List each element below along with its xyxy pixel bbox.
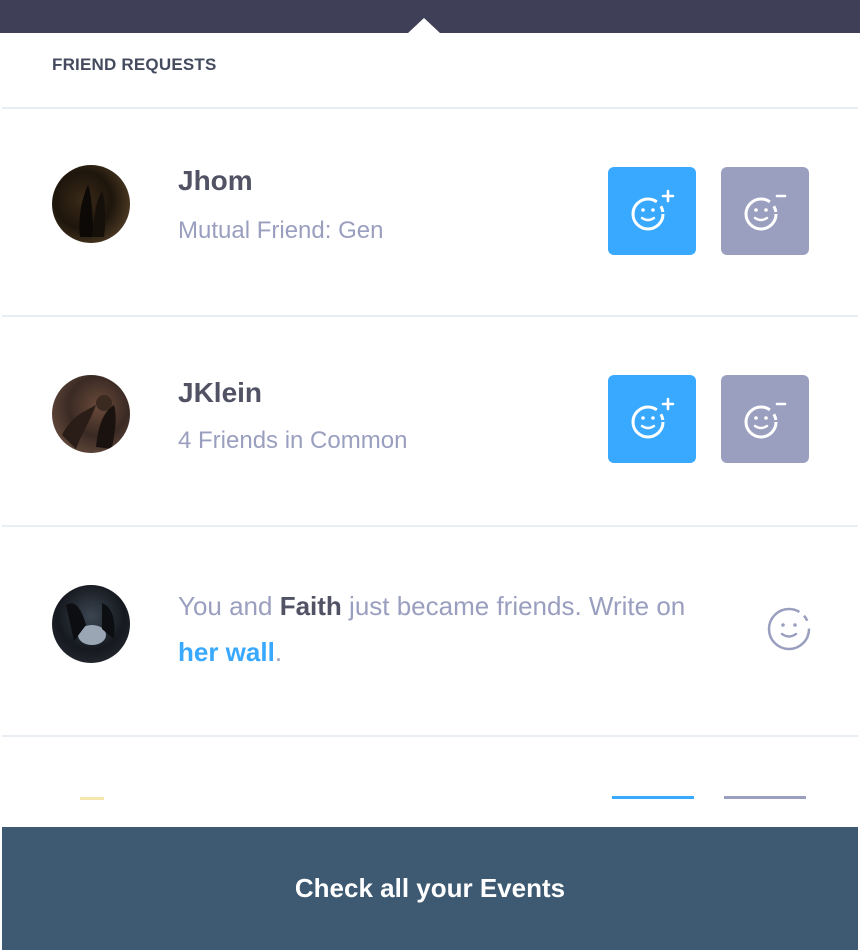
notification-suffix: . — [274, 637, 283, 667]
avatar[interactable] — [52, 375, 130, 453]
avatar[interactable] — [52, 165, 130, 243]
notification-row: You and Faith just became friends. Write… — [2, 527, 858, 735]
mutual-friends: 4 Friends in Common — [178, 427, 408, 454]
decline-request-button[interactable] — [721, 167, 809, 255]
smiley-icon[interactable] — [765, 605, 813, 658]
avatar[interactable] — [52, 585, 130, 663]
remove-friend-icon — [744, 402, 787, 439]
accept-request-button[interactable] — [608, 167, 696, 255]
add-friend-icon — [631, 189, 675, 231]
partial-avatar — [80, 797, 104, 800]
friend-name-link[interactable]: Faith — [280, 591, 342, 621]
notification-middle: just became friends. Write on — [341, 591, 686, 621]
friend-request-row: Jhom Mutual Friend: Gen — [2, 109, 858, 315]
footer-label: Check all your Events — [294, 873, 566, 903]
her-wall-link[interactable]: her wall — [178, 637, 275, 667]
friend-requests-panel: FRIEND REQUESTS Jhom Mutual Friend: Gen — [2, 33, 858, 827]
dropdown-caret — [408, 18, 440, 33]
add-friend-icon — [631, 397, 675, 439]
remove-friend-icon — [744, 194, 787, 231]
divider — [2, 735, 858, 737]
notification-prefix: You and — [178, 591, 280, 621]
friend-request-row: JKlein 4 Friends in Common — [2, 317, 858, 525]
requester-name[interactable]: JKlein — [178, 377, 262, 409]
check-events-button[interactable]: Check all your Events — [2, 827, 858, 950]
accept-request-button[interactable] — [608, 375, 696, 463]
notification-text: You and Faith just became friends. Write… — [178, 583, 768, 675]
partial-decline-button[interactable] — [724, 796, 806, 799]
mutual-friends: Mutual Friend: Gen — [178, 217, 384, 244]
decline-request-button[interactable] — [721, 375, 809, 463]
partial-accept-button[interactable] — [612, 796, 694, 799]
requester-name[interactable]: Jhom — [178, 165, 253, 197]
panel-title: FRIEND REQUESTS — [52, 55, 217, 74]
